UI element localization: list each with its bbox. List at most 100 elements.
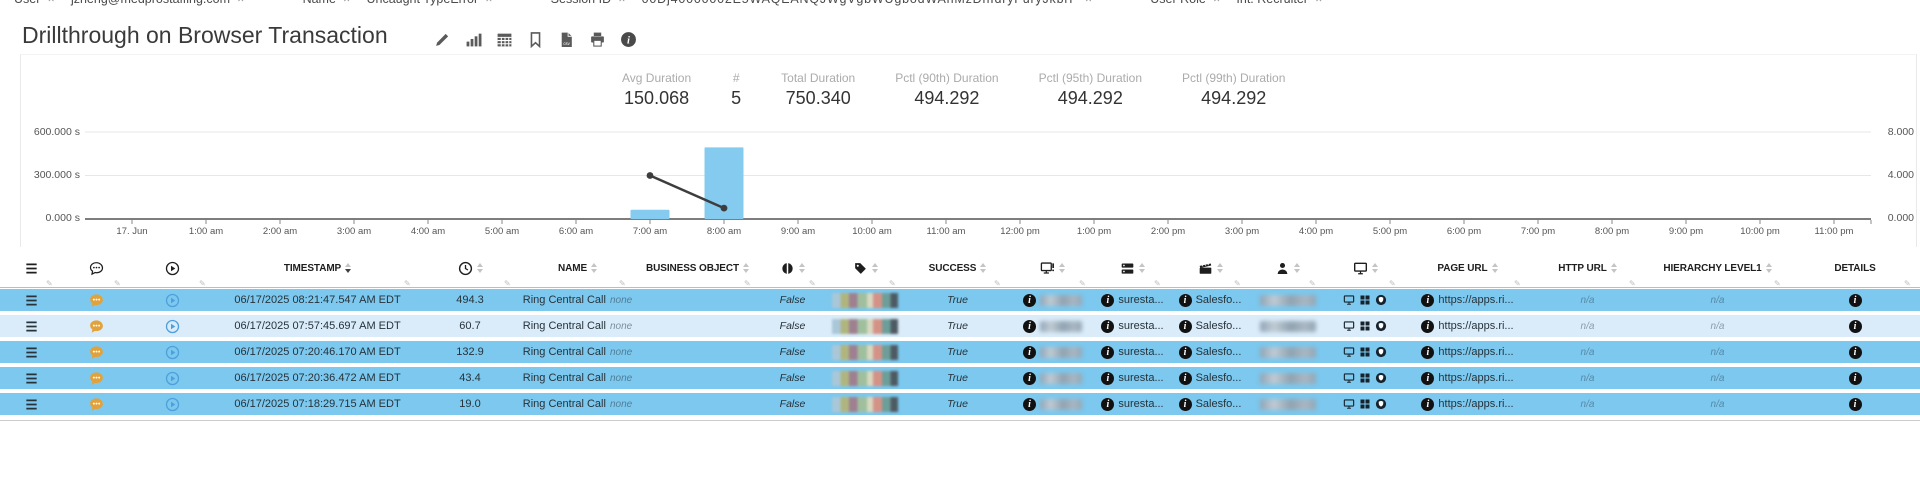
play-icon[interactable] (165, 319, 180, 334)
sort-arrows[interactable] (872, 263, 878, 273)
column-header-tags[interactable] (825, 254, 905, 282)
export-csv-icon[interactable]: csv (558, 31, 575, 48)
sort-arrows[interactable] (477, 263, 483, 273)
info-icon[interactable]: i (1179, 294, 1192, 307)
play-icon[interactable] (165, 371, 180, 386)
edit-pencil-icon[interactable] (434, 31, 451, 48)
sort-arrows[interactable] (345, 263, 351, 273)
filter-chip-name[interactable]: Name✕ Uncaught TypeError✕ (303, 0, 493, 6)
comment-filled-icon[interactable] (89, 397, 104, 412)
info-icon[interactable]: i (1179, 398, 1192, 411)
column-header-device[interactable] (1325, 254, 1405, 282)
info-icon[interactable]: i (1023, 372, 1036, 385)
cell-duration: 60.7 (420, 315, 520, 337)
info-icon[interactable]: i (1421, 320, 1434, 333)
column-header-client[interactable] (1010, 254, 1095, 282)
sort-arrows[interactable] (1611, 263, 1617, 273)
info-icon[interactable]: i (1421, 372, 1434, 385)
comment-filled-icon[interactable] (89, 293, 104, 308)
sort-arrows[interactable] (1492, 263, 1498, 273)
info-icon[interactable]: i (620, 31, 637, 48)
column-header-page_url[interactable]: PAGE URL (1405, 254, 1530, 282)
column-header-business_object[interactable]: BUSINESS OBJECT (635, 254, 760, 282)
remove-filter-icon[interactable]: ✕ (237, 0, 245, 5)
remove-filter-icon[interactable]: ✕ (47, 0, 55, 5)
column-header-user[interactable] (1250, 254, 1325, 282)
remove-filter-icon[interactable]: ✕ (485, 0, 493, 5)
column-header-name[interactable]: NAME (520, 254, 635, 282)
info-icon[interactable]: i (1849, 320, 1862, 333)
info-icon[interactable]: i (1101, 294, 1114, 307)
column-header-technology[interactable] (1170, 254, 1250, 282)
sort-arrows[interactable] (1294, 263, 1300, 273)
info-icon[interactable]: i (1421, 294, 1434, 307)
info-icon[interactable]: i (1849, 346, 1862, 359)
info-icon[interactable]: i (1101, 346, 1114, 359)
info-icon[interactable]: i (1023, 346, 1036, 359)
remove-filter-icon[interactable]: ✕ (1315, 0, 1323, 5)
hamburger-icon[interactable] (24, 293, 39, 308)
chart-line-point[interactable] (721, 205, 728, 212)
hamburger-icon[interactable] (24, 345, 39, 360)
table-row[interactable]: 06/17/2025 07:20:46.170 AM EDT132.9Ring … (0, 341, 1920, 363)
sort-arrows[interactable] (980, 263, 986, 273)
info-icon[interactable]: i (1421, 346, 1434, 359)
print-icon[interactable] (589, 31, 606, 48)
remove-filter-icon[interactable]: ✕ (1085, 0, 1093, 5)
chart-line-point[interactable] (647, 172, 654, 179)
sort-arrows[interactable] (591, 263, 597, 273)
table-row[interactable]: 06/17/2025 07:57:45.697 AM EDT60.7Ring C… (0, 315, 1920, 337)
info-icon[interactable]: i (1421, 398, 1434, 411)
table-row[interactable]: 06/17/2025 08:21:47.547 AM EDT494.3Ring … (0, 289, 1920, 311)
hamburger-icon[interactable] (24, 319, 39, 334)
column-header-success[interactable]: SUCCESS (905, 254, 1010, 282)
info-icon[interactable]: i (1179, 320, 1192, 333)
comment-filled-icon[interactable] (89, 319, 104, 334)
info-icon[interactable]: i (1023, 320, 1036, 333)
remove-filter-icon[interactable]: ✕ (618, 0, 626, 5)
info-icon[interactable]: i (1179, 346, 1192, 359)
sort-arrows[interactable] (1217, 263, 1223, 273)
column-header-error[interactable] (760, 254, 825, 282)
chart-bar[interactable] (631, 210, 670, 219)
comment-filled-icon[interactable] (89, 371, 104, 386)
info-icon[interactable]: i (1849, 398, 1862, 411)
remove-filter-icon[interactable]: ✕ (1213, 0, 1221, 5)
calendar-grid-icon[interactable] (496, 31, 513, 48)
chart-bars-icon[interactable] (465, 31, 482, 48)
sort-arrows[interactable] (743, 263, 749, 273)
sort-arrows[interactable] (1059, 263, 1065, 273)
play-icon[interactable] (165, 345, 180, 360)
column-header-duration[interactable] (420, 254, 520, 282)
column-header-http_url[interactable]: HTTP URL (1530, 254, 1645, 282)
column-header-server[interactable] (1095, 254, 1170, 282)
remove-filter-icon[interactable]: ✕ (343, 0, 351, 5)
info-icon[interactable]: i (1023, 294, 1036, 307)
info-icon[interactable]: i (1179, 372, 1192, 385)
cell-client: i (1010, 289, 1095, 311)
transaction-name: Ring Central Call (523, 346, 606, 358)
table-row[interactable]: 06/17/2025 07:18:29.715 AM EDT19.0Ring C… (0, 393, 1920, 415)
column-header-timestamp[interactable]: TIMESTAMP (215, 254, 420, 282)
sort-arrows[interactable] (1766, 263, 1772, 273)
hamburger-icon[interactable] (24, 397, 39, 412)
column-header-hierarchy_level1[interactable]: HIERARCHY LEVEL1 (1645, 254, 1790, 282)
sort-arrows[interactable] (799, 263, 805, 273)
play-icon[interactable] (165, 293, 180, 308)
info-icon[interactable]: i (1101, 398, 1114, 411)
sort-arrows[interactable] (1372, 263, 1378, 273)
table-row[interactable]: 06/17/2025 07:20:36.472 AM EDT43.4Ring C… (0, 367, 1920, 389)
info-icon[interactable]: i (1101, 372, 1114, 385)
info-icon[interactable]: i (1023, 398, 1036, 411)
info-icon[interactable]: i (1101, 320, 1114, 333)
filter-chip-session-id[interactable]: Session ID✕ 00Dj40000002E5WAQEANQJWgVgbW… (551, 0, 1093, 6)
info-icon[interactable]: i (1849, 294, 1862, 307)
info-icon[interactable]: i (1849, 372, 1862, 385)
filter-chip-user-role[interactable]: User Role✕ Int. Recruiter✕ (1150, 0, 1322, 6)
sort-arrows[interactable] (1139, 263, 1145, 273)
bookmark-icon[interactable] (527, 31, 544, 48)
filter-chip-user[interactable]: User✕ jzheng@medprostaffing.com✕ (14, 0, 245, 6)
play-icon[interactable] (165, 397, 180, 412)
hamburger-icon[interactable] (24, 371, 39, 386)
comment-filled-icon[interactable] (89, 345, 104, 360)
